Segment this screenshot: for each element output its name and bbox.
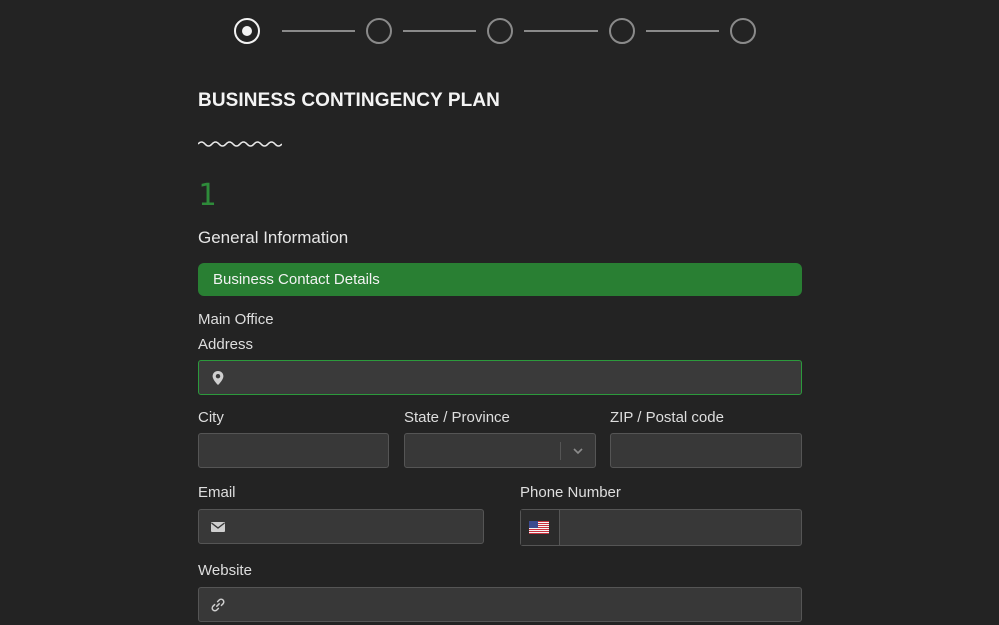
- zip-field[interactable]: [610, 433, 802, 468]
- address-label: Address: [198, 336, 254, 353]
- website-input[interactable]: [199, 588, 801, 621]
- address-field[interactable]: [198, 360, 802, 395]
- step-connector: [646, 30, 719, 32]
- phone-field[interactable]: [520, 509, 802, 546]
- step-connector: [282, 30, 355, 32]
- step-connector: [403, 30, 476, 32]
- state-label: State / Province: [404, 409, 510, 426]
- city-input[interactable]: [199, 434, 388, 467]
- address-input[interactable]: [199, 361, 801, 394]
- form-page: BUSINESS CONTINGENCY PLAN 1 General Info…: [0, 0, 999, 625]
- step-1[interactable]: [234, 18, 260, 44]
- step-5[interactable]: [730, 18, 756, 44]
- website-label: Website: [198, 562, 252, 579]
- phone-input[interactable]: [521, 510, 801, 545]
- website-field[interactable]: [198, 587, 802, 622]
- section-number: 1: [198, 178, 217, 213]
- step-4[interactable]: [609, 18, 635, 44]
- step-2[interactable]: [366, 18, 392, 44]
- state-select[interactable]: [404, 433, 596, 468]
- zip-label: ZIP / Postal code: [610, 409, 724, 426]
- email-label: Email: [198, 484, 236, 501]
- squiggle-divider-icon: [198, 141, 282, 147]
- phone-label: Phone Number: [520, 484, 621, 501]
- email-input[interactable]: [199, 510, 483, 543]
- section-title: General Information: [198, 228, 349, 247]
- group-label-main-office: Main Office: [198, 311, 274, 328]
- city-label: City: [198, 409, 224, 426]
- progress-stepper: [234, 18, 756, 45]
- city-field[interactable]: [198, 433, 389, 468]
- step-3[interactable]: [487, 18, 513, 44]
- zip-input[interactable]: [611, 434, 801, 467]
- email-field[interactable]: [198, 509, 484, 544]
- select-divider: [560, 442, 561, 460]
- form-title: BUSINESS CONTINGENCY PLAN: [198, 90, 500, 111]
- step-connector: [524, 30, 598, 32]
- chevron-down-icon[interactable]: [572, 445, 584, 457]
- section-banner: Business Contact Details: [198, 263, 802, 296]
